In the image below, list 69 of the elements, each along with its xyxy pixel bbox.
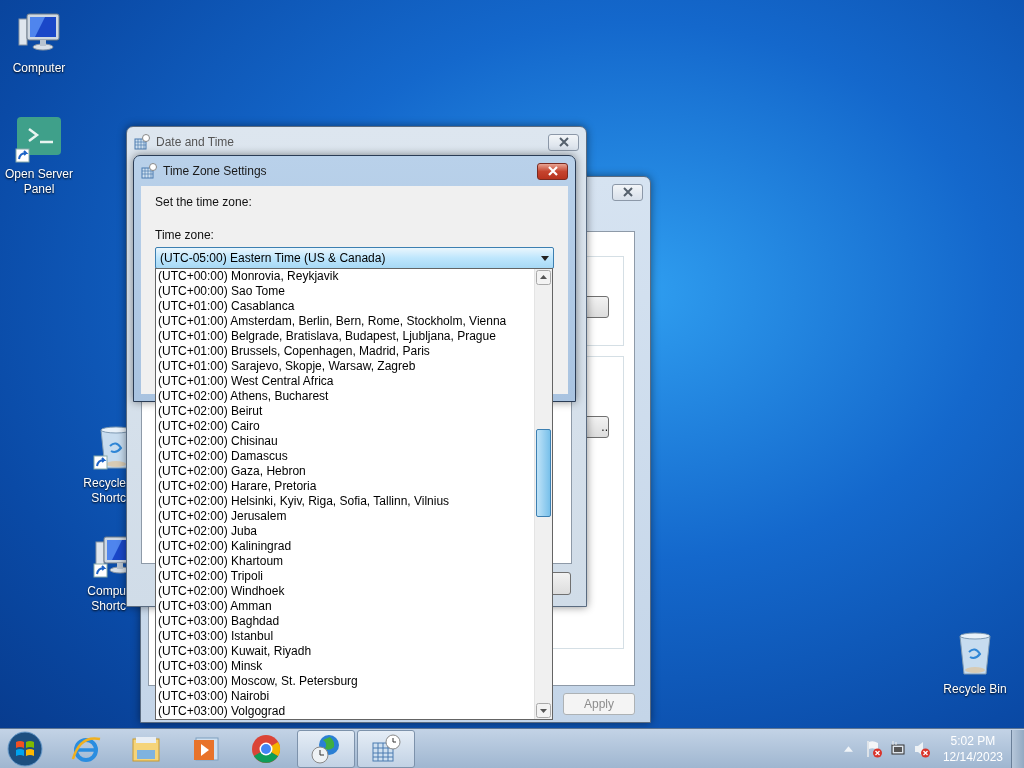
icon-label[interactable]: Recycle Bin — [943, 682, 1007, 697]
caret-icon — [541, 255, 549, 261]
close-icon — [621, 187, 634, 197]
time-zone-option[interactable]: (UTC+02:00) Jerusalem — [158, 509, 534, 524]
time-zone-option[interactable]: (UTC+02:00) Kaliningrad — [158, 539, 534, 554]
time-zone-option[interactable]: (UTC+01:00) Amsterdam, Berlin, Bern, Rome, Stockholm, Vienna — [158, 314, 534, 329]
close-icon — [546, 166, 559, 176]
clock-date: 12/14/2023 — [942, 748, 1003, 765]
clock-time: 5:02 PM — [950, 732, 996, 749]
time-zone-option[interactable]: (UTC+01:00) Casablanca — [158, 299, 534, 314]
dialog-title: Time Zone Settings — [163, 164, 268, 178]
calendar-clock-icon — [370, 732, 402, 765]
time-zone-option[interactable]: (UTC+02:00) Tripoli — [158, 569, 534, 584]
globe-clock-icon — [310, 732, 342, 765]
time-zone-option[interactable]: (UTC+03:00) Minsk — [158, 659, 534, 674]
scrollbar[interactable] — [534, 269, 552, 719]
icon-label[interactable]: Recycle — [83, 476, 126, 491]
close-button[interactable] — [612, 183, 643, 201]
time-zone-option[interactable]: (UTC+03:00) Moscow, St. Petersburg — [158, 674, 534, 689]
time-zone-option[interactable]: (UTC+02:00) Khartoum — [158, 554, 534, 569]
calendar-clock-icon — [141, 163, 157, 179]
time-zone-option[interactable]: (UTC+03:00) Kuwait, Riyadh — [158, 644, 534, 659]
speaker-icon[interactable] — [912, 739, 931, 758]
time-zone-option[interactable]: (UTC+02:00) Harare, Pretoria — [158, 479, 534, 494]
time-zone-option[interactable]: (UTC+02:00) Helsinki, Kyiv, Riga, Sofia, Tallinn, Vilnius — [158, 494, 534, 509]
time-zone-dropdown[interactable]: (UTC-05:00) Eastern Time (US & Canada) — [155, 247, 554, 269]
taskbar-button[interactable] — [297, 729, 355, 768]
time-zone-option[interactable]: (UTC+02:00) Athens, Bucharest — [158, 389, 534, 404]
icon-label[interactable]: Shortc — [91, 491, 126, 506]
icon-label[interactable]: Computer — [12, 61, 66, 76]
terminal-shortcut-icon[interactable] — [15, 115, 63, 163]
close-icon — [557, 137, 570, 147]
icon-label[interactable]: Shortc — [91, 599, 126, 614]
time-zone-option[interactable]: (UTC+02:00) Chisinau — [158, 434, 534, 449]
time-zone-option[interactable]: (UTC+03:00) Volgograd — [158, 704, 534, 719]
chrome-icon — [250, 732, 282, 765]
flag-icon[interactable] — [864, 739, 883, 758]
time-zone-option[interactable]: (UTC+00:00) Monrovia, Reykjavik — [158, 269, 534, 284]
time-zone-option[interactable]: (UTC+02:00) Damascus — [158, 449, 534, 464]
time-zone-option[interactable]: (UTC+01:00) Brussels, Copenhagen, Madrid, Paris — [158, 344, 534, 359]
time-zone-option[interactable]: (UTC+02:00) Beirut — [158, 404, 534, 419]
time-zone-option[interactable]: (UTC+01:00) West Central Africa — [158, 374, 534, 389]
window-title: Date and Time — [156, 135, 236, 149]
scroll-down-icon[interactable] — [536, 703, 551, 718]
start-button[interactable] — [7, 730, 43, 767]
time-zone-option[interactable]: (UTC+02:00) Gaza, Hebron — [158, 464, 534, 479]
time-zone-option[interactable]: (UTC+02:00) Windhoek — [158, 584, 534, 599]
network-icon[interactable] — [888, 739, 907, 758]
taskbar-button[interactable] — [357, 729, 415, 768]
close-button[interactable] — [548, 133, 579, 151]
show-desktop-button[interactable] — [1011, 729, 1024, 768]
time-zone-option[interactable]: (UTC+01:00) Belgrade, Bratislava, Budapest, Ljubljana, Prague — [158, 329, 534, 344]
scroll-thumb[interactable] — [536, 429, 551, 517]
time-zone-option[interactable]: (UTC+02:00) Cairo — [158, 419, 534, 434]
icon-label[interactable]: Compu — [87, 584, 126, 599]
icon-label[interactable]: Open Server — [4, 167, 73, 182]
icon-label[interactable]: Panel — [23, 182, 55, 197]
time-zone-option[interactable]: (UTC+03:00) Istanbul — [158, 629, 534, 644]
prompt-text: Set the time zone: — [155, 195, 253, 209]
scroll-up-icon[interactable] — [536, 270, 551, 285]
time-zone-option[interactable]: (UTC+00:00) Sao Tome — [158, 284, 534, 299]
time-zone-option[interactable]: (UTC+01:00) Sarajevo, Skopje, Warsaw, Zagreb — [158, 359, 534, 374]
time-zone-option[interactable]: (UTC+02:00) Juba — [158, 524, 534, 539]
time-zone-option[interactable]: (UTC+03:00) Baghdad — [158, 614, 534, 629]
calendar-clock-icon — [134, 134, 150, 150]
close-button[interactable] — [537, 162, 568, 180]
time-zone-option[interactable]: (UTC+03:00) Nairobi — [158, 689, 534, 704]
field-label: Time zone: — [155, 228, 215, 242]
time-zone-option[interactable]: (UTC+03:00) Amman — [158, 599, 534, 614]
